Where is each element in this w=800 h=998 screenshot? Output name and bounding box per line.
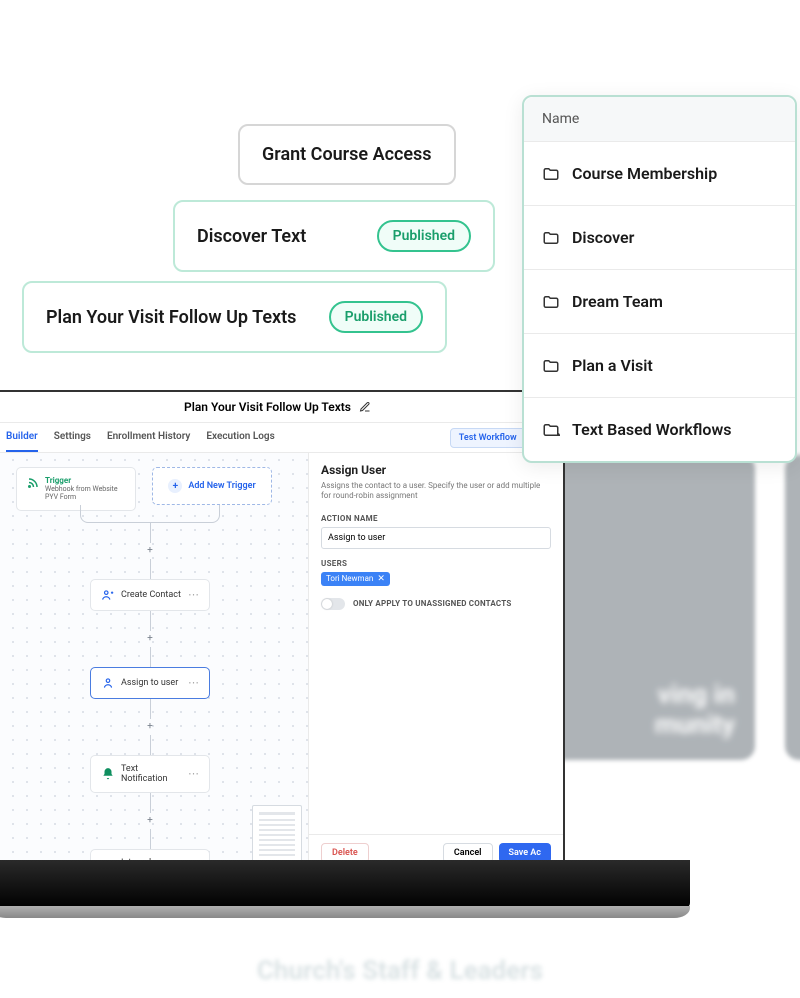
folder-icon — [542, 357, 560, 375]
test-workflow-button[interactable]: Test Workflow — [450, 428, 526, 448]
node-label: Assign to user — [121, 678, 178, 688]
user-chip-name: Tori Newman — [326, 574, 373, 583]
folder-dropdown: Name Course Membership Discover Dream Te… — [522, 95, 797, 463]
folder-icon — [542, 293, 560, 311]
add-trigger-button[interactable]: + Add New Trigger — [152, 467, 272, 505]
add-step-button[interactable]: + — [144, 815, 156, 827]
action-name-input[interactable] — [321, 527, 551, 549]
published-badge: Published — [377, 220, 471, 252]
tabs-row: Builder Settings Enrollment History Exec… — [0, 423, 563, 453]
rss-icon — [27, 477, 39, 489]
folder-label: Dream Team — [572, 292, 663, 311]
plus-icon: + — [168, 479, 182, 493]
node-menu-icon[interactable]: ⋯ — [188, 676, 199, 689]
folder-label: Discover — [572, 228, 634, 247]
add-step-button[interactable]: + — [144, 721, 156, 733]
folder-header: Name — [524, 97, 795, 142]
background-card: ving inmunity — [545, 455, 755, 760]
workflow-editor-title: Plan Your Visit Follow Up Texts — [184, 400, 351, 414]
workflow-title: Plan Your Visit Follow Up Texts — [46, 307, 296, 328]
folder-icon — [542, 165, 560, 183]
minimap[interactable] — [252, 805, 302, 865]
workflow-title: Grant Course Access — [262, 144, 432, 165]
contact-icon — [101, 588, 115, 602]
add-trigger-label: Add New Trigger — [188, 481, 255, 491]
laptop-base — [0, 860, 690, 908]
folder-label: Plan a Visit — [572, 356, 653, 375]
folder-item-course-membership[interactable]: Course Membership — [524, 142, 795, 206]
add-step-button[interactable]: + — [144, 545, 156, 557]
bell-icon — [101, 767, 115, 781]
pencil-icon[interactable] — [359, 401, 371, 413]
node-menu-icon[interactable]: ⋯ — [188, 588, 199, 601]
background-card — [785, 455, 800, 760]
bg-card-title: ving inmunity — [565, 680, 735, 740]
app-header: Plan Your Visit Follow Up Texts — [0, 392, 563, 423]
folder-item-plan-visit[interactable]: Plan a Visit — [524, 334, 795, 398]
folder-item-dream-team[interactable]: Dream Team — [524, 270, 795, 334]
laptop-ledge — [0, 906, 690, 918]
node-label: Create Contact — [121, 590, 181, 600]
panel-title: Assign User — [321, 463, 551, 477]
user-icon — [101, 676, 115, 690]
close-icon[interactable]: ✕ — [377, 574, 385, 584]
folder-label: Text Based Workflows — [572, 420, 732, 439]
add-step-button[interactable]: + — [144, 633, 156, 645]
node-menu-icon[interactable]: ⋯ — [188, 767, 199, 780]
folder-icon — [542, 229, 560, 247]
user-chip[interactable]: Tori Newman ✕ — [321, 572, 390, 586]
users-label: USERS — [321, 559, 551, 568]
trigger-label: Trigger — [45, 476, 125, 485]
node-text-notification[interactable]: Text Notification ⋯ — [90, 755, 210, 793]
node-assign-user[interactable]: Assign to user ⋯ — [90, 667, 210, 699]
folder-item-discover[interactable]: Discover — [524, 206, 795, 270]
panel-description: Assigns the contact to a user. Specify t… — [321, 481, 551, 502]
toggle-label: ONLY APPLY TO UNASSIGNED CONTACTS — [353, 599, 511, 608]
tab-builder[interactable]: Builder — [6, 423, 38, 452]
workflow-card[interactable]: Discover Text Published — [173, 200, 495, 272]
laptop-screen: Plan Your Visit Follow Up Texts Builder … — [0, 390, 565, 870]
folder-item-text-workflows[interactable]: Text Based Workflows — [524, 398, 795, 461]
tab-enrollment-history[interactable]: Enrollment History — [107, 423, 190, 452]
unassigned-only-toggle[interactable] — [321, 598, 345, 610]
page-heading-blurred: Church's Staff & Leaders — [0, 944, 800, 998]
trigger-description: Webhook from Website PYV Form — [45, 485, 125, 502]
node-create-contact[interactable]: Create Contact ⋯ — [90, 579, 210, 611]
folder-icon — [542, 421, 560, 439]
tab-execution-logs[interactable]: Execution Logs — [206, 423, 274, 452]
tab-settings[interactable]: Settings — [54, 423, 91, 452]
published-badge: Published — [329, 301, 423, 333]
workflow-card[interactable]: Grant Course Access — [238, 124, 456, 185]
action-name-label: ACTION NAME — [321, 514, 551, 523]
action-side-panel: Assign User Assigns the contact to a use… — [308, 453, 563, 870]
folder-label: Course Membership — [572, 164, 717, 183]
workflow-title: Discover Text — [197, 226, 306, 247]
workflow-card[interactable]: Plan Your Visit Follow Up Texts Publishe… — [22, 281, 447, 353]
node-label: Text Notification — [121, 764, 182, 784]
workflow-canvas[interactable]: Trigger Webhook from Website PYV Form + … — [0, 453, 308, 870]
